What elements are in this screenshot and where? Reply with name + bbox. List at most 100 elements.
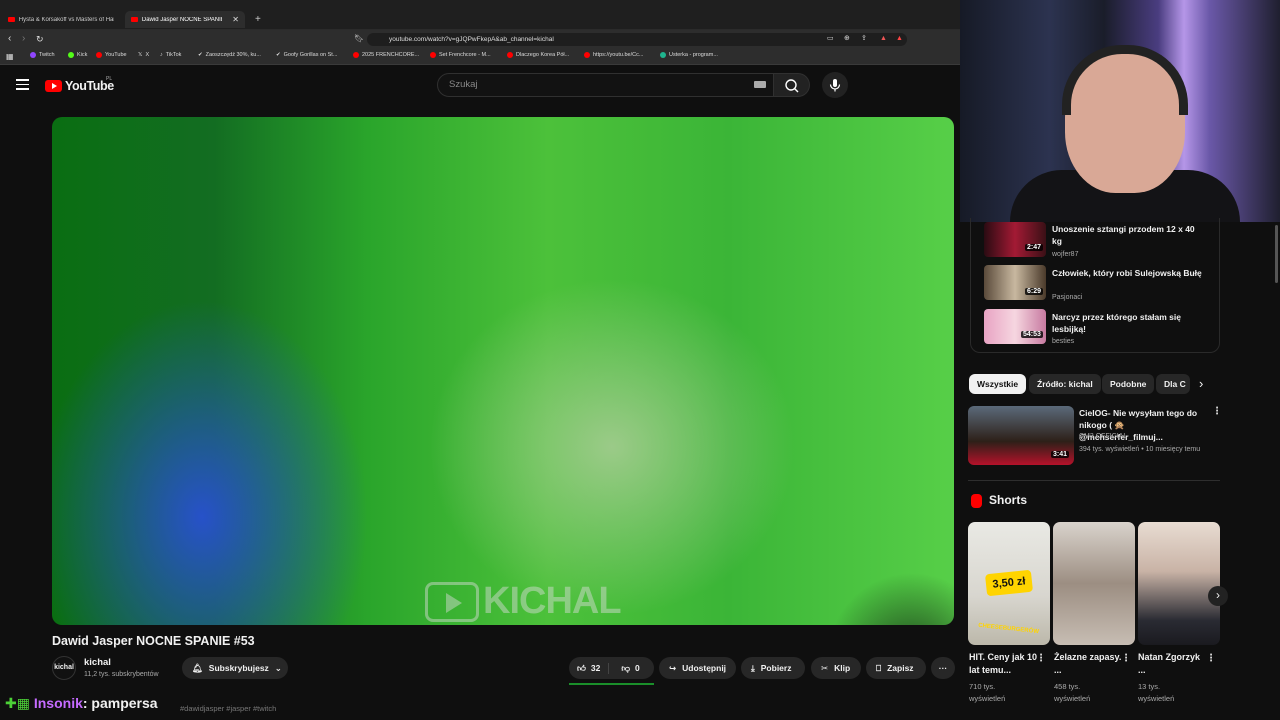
tiktok-icon: ♪ (160, 52, 163, 58)
voice-search-button[interactable] (822, 72, 848, 98)
more-vertical-icon[interactable]: ⋮ (1206, 653, 1216, 664)
search-button[interactable] (774, 73, 810, 97)
bookmark-youtube[interactable]: YouTube (96, 52, 127, 58)
related-channel[interactable]: wojfer87 (1052, 251, 1078, 258)
cast-icon[interactable]: ▭ (827, 33, 834, 45)
duration-badge: 2:47 (1025, 244, 1044, 251)
scissors-icon: ✂ (821, 662, 829, 673)
bookmark-youtu-be[interactable]: https://youtu.be/Cc... (584, 52, 643, 58)
video-player[interactable] (52, 117, 954, 625)
bookmark-goofy[interactable]: ✔ Goofy Gorillas on St... (276, 52, 337, 58)
youtube-icon (131, 17, 138, 22)
related-channel[interactable]: Pasjonaci (1052, 294, 1082, 301)
chat-badge-icon: ✚ (5, 695, 17, 711)
keyboard-icon[interactable] (754, 81, 766, 88)
more-vertical-icon[interactable]: ⋮ (1212, 406, 1222, 417)
related-thumbnail[interactable] (984, 222, 1046, 257)
bell-icon: 🔔︎ (192, 662, 203, 673)
related-title[interactable]: Narcyz przez którego stałam się lesbijką… (1052, 311, 1202, 335)
zoom-icon[interactable]: ⊕ (844, 33, 850, 45)
url-field[interactable]: youtube.com/watch?v=gJQPwFkepA&ab_channe… (367, 33, 907, 46)
save-button[interactable]: ⎕ Zapisz (866, 657, 926, 679)
new-tab-button[interactable]: + (249, 11, 267, 28)
bookmark-korea[interactable]: Dlaczego Korea Pół... (507, 52, 569, 58)
more-vertical-icon[interactable]: ⋮ (1121, 653, 1131, 664)
twitch-icon (30, 52, 36, 58)
short-thumbnail[interactable] (1053, 522, 1135, 645)
chevron-right-icon[interactable]: › (1208, 586, 1228, 606)
check-icon: ✔ (276, 52, 281, 58)
bookmark-discount[interactable]: ✔ Zaoszczędź 30%, ku... (198, 52, 261, 58)
channel-watermark: KICHAL (425, 580, 622, 623)
channel-avatar[interactable]: kichal (52, 656, 76, 680)
like-dislike-group: 👍︎ 32 👎︎ 0 (569, 657, 654, 679)
bookmark-set-frenchcore[interactable]: Set Frenchcore - M... (430, 52, 491, 58)
back-icon[interactable]: ‹ (8, 33, 11, 45)
subscriber-count: 11,2 tys. subskrybentów (84, 671, 159, 678)
recommended-channel[interactable]: CM3 OFFICIAL (1079, 433, 1127, 440)
duration-badge: 6:29 (1025, 288, 1044, 295)
search-input[interactable]: Szukaj (437, 73, 774, 97)
related-title[interactable]: Unoszenie sztangi przodem 12 x 40 kg (1052, 223, 1202, 247)
chip-source-kichal[interactable]: Źródło: kichal (1029, 374, 1101, 394)
bookmark-icon: ⎕ (876, 662, 882, 673)
thumbs-down-icon: 👎︎ (621, 662, 630, 673)
chevron-right-icon[interactable]: › (1199, 376, 1203, 391)
share-icon[interactable]: ⇪ (861, 33, 867, 45)
more-horizontal-icon: ··· (938, 663, 948, 673)
chat-message: : pampersa (82, 695, 158, 711)
share-button[interactable]: ↪ Udostępnij (659, 657, 736, 679)
chat-badge-icon: ▦ (16, 695, 30, 711)
share-arrow-icon: ↪ (669, 662, 677, 673)
short-title[interactable]: Żelazne zapasy. ... (1054, 651, 1124, 677)
chip-for-you[interactable]: Dla C (1156, 374, 1190, 394)
channel-name[interactable]: kichal (84, 657, 111, 668)
brave-shield-icon[interactable]: ▲ (880, 33, 887, 45)
duration-badge: 54:53 (1021, 331, 1043, 338)
chip-all[interactable]: Wszystkie (969, 374, 1027, 394)
dislike-button[interactable]: 👎︎ 0 (615, 663, 645, 674)
bookmark-icon[interactable]: 🔖︎ (354, 33, 364, 45)
x-icon: 𝕏 (138, 52, 143, 58)
youtube-logo[interactable]: YouTube PL (45, 76, 114, 93)
related-thumbnail[interactable] (984, 309, 1046, 344)
tab-dawid-jasper[interactable]: Dawid Jasper NOCNE SPANIE ✕ (125, 11, 245, 28)
related-channel[interactable]: besties (1052, 338, 1074, 345)
usterka-icon (660, 52, 666, 58)
forward-icon[interactable]: › (22, 33, 25, 45)
related-title[interactable]: Człowiek, który robi Sulejowską Bułę (1052, 267, 1202, 279)
short-title[interactable]: HIT. Ceny jak 10 lat temu... (969, 651, 1039, 677)
youtube-icon (8, 17, 15, 22)
bookmark-twitch[interactable]: Twitch (30, 52, 55, 58)
chip-related[interactable]: Podobne (1102, 374, 1155, 394)
short-thumbnail[interactable] (1138, 522, 1220, 645)
subscribed-button[interactable]: 🔔︎ Subskrybujesz ⌄ (182, 657, 288, 679)
rewards-icon[interactable]: ▲ (896, 33, 903, 45)
like-button[interactable]: 👍︎ 32 (569, 662, 610, 674)
bookmark-frenchcore[interactable]: 2025 FRENCHCORE... (353, 52, 419, 58)
more-vertical-icon[interactable]: ⋮ (1036, 653, 1046, 664)
download-button[interactable]: ⤓ Pobierz (741, 657, 805, 679)
short-title[interactable]: Natan Zgorzyk ... (1138, 651, 1208, 677)
kick-icon (68, 52, 74, 58)
duration-badge: 3:41 (1051, 451, 1070, 458)
thumbs-up-icon: 👍︎ (577, 662, 586, 673)
clip-button[interactable]: ✂ Klip (811, 657, 861, 679)
video-title: Dawid Jasper NOCNE SPANIE #53 (52, 634, 255, 648)
bookmark-kick[interactable]: Kick (68, 52, 87, 58)
bookmark-tiktok[interactable]: ♪ TikTok (160, 52, 181, 58)
youtube-icon (353, 52, 359, 58)
bookmark-x[interactable]: 𝕏X (138, 52, 149, 58)
bookmark-usterka[interactable]: Usterka - program... (660, 52, 718, 58)
close-icon[interactable]: ✕ (232, 15, 239, 24)
youtube-icon (507, 52, 513, 58)
menu-icon[interactable] (16, 79, 29, 90)
reload-icon[interactable]: ↻ (36, 33, 44, 45)
more-actions-button[interactable]: ··· (931, 657, 955, 679)
youtube-icon (584, 52, 590, 58)
sidebar-scrollbar[interactable] (1275, 225, 1278, 283)
tab-hysta[interactable]: Hysta & Korsakoff vs Masters of Hard... (2, 11, 120, 28)
apps-grid-icon[interactable]: ▦ (6, 52, 14, 61)
short-views: 458 tys. wyświetleń (1054, 682, 1091, 703)
short-thumbnail[interactable]: 3,50 zł CHEESEBURGERÓW (968, 522, 1050, 645)
